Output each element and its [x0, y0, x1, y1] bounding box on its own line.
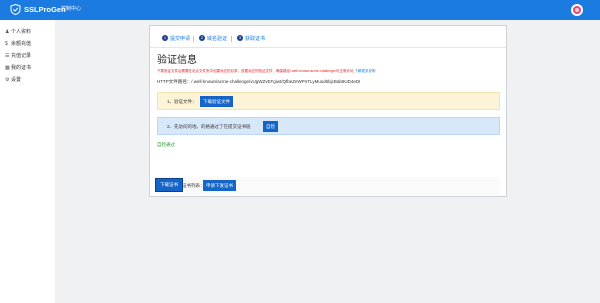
warning-text: 下载验证文件后需要在站点文件夹中创建对应的目录，放置对应的验证文件，确保路径/.… [157, 69, 375, 74]
submit-cert-panel: 3、提交证书列表： 申请下发证书 [157, 177, 500, 195]
warning-message: 下载验证文件后需要在站点文件夹中创建对应的目录，放置对应的验证文件，确保路径/.… [157, 69, 354, 73]
sidebar-item-label: 设置 [11, 77, 22, 83]
step-number: 2 [199, 35, 205, 41]
step-number: 1 [162, 35, 168, 41]
sidebar-item-label: 我的证书 [11, 65, 32, 71]
self-check-panel: 2、先访问的地，的格通过了在提交证书链 自检 [157, 117, 500, 135]
shield-check-icon [10, 4, 21, 15]
sidebar-item-certificates[interactable]: ▩我的证书 [5, 64, 31, 72]
status-text: 自检通过 [157, 142, 175, 147]
learn-more-link[interactable]: 了解更多说明 [354, 69, 375, 73]
http-file-path: HTTP文件路径：/.well-known/acme-challenge/vUg… [157, 79, 361, 84]
self-check-label: 2、先访问的地，的格通过了在提交证书链 [167, 124, 251, 129]
step-get-certificate[interactable]: 3 获取证书 [237, 34, 265, 44]
brand-name[interactable]: SSLProGen [24, 5, 66, 14]
step-label: 获取证书 [245, 36, 266, 42]
download-verify-file-button[interactable]: 下载验证文件 [200, 96, 233, 107]
step-label: 域名验证 [207, 36, 228, 42]
divider [150, 47, 506, 48]
sidebar-item-label: 充值记录 [11, 53, 32, 59]
sidebar-item-profile[interactable]: ♟ 个人资料 [5, 28, 31, 36]
user-avatar-icon[interactable] [571, 4, 583, 16]
sidebar-item-label: 余额充值 [11, 41, 32, 47]
verify-file-label: 1、验证文件： [167, 99, 197, 104]
sidebar-item-settings[interactable]: ⚙ 设置 [5, 76, 21, 84]
nav-control-center[interactable]: 控制中心 [61, 6, 81, 13]
sidebar: ♟ 个人资料 $ 余额充值 ☰ 充值记录 ▩我的证书 ⚙ 设置 [0, 20, 55, 303]
self-check-button[interactable]: 自检 [263, 121, 278, 132]
step-submit[interactable]: 1 提交申请 [162, 34, 190, 44]
page-title: 验证信息 [157, 55, 197, 66]
step-domain-verify[interactable]: 2 域名验证 [199, 34, 227, 44]
download-certificate-button[interactable]: 下载证书 [155, 178, 183, 192]
sidebar-item-recharge-history[interactable]: ☰ 充值记录 [5, 52, 31, 60]
top-navbar: SSLProGen 控制中心 [0, 0, 600, 20]
step-number: 3 [237, 35, 243, 41]
step-separator [193, 36, 194, 42]
sidebar-item-recharge[interactable]: $ 余额充值 [5, 40, 31, 48]
verify-file-panel: 1、验证文件： 下载验证文件 [157, 92, 500, 110]
request-certificate-button[interactable]: 申请下发证书 [203, 180, 236, 191]
step-label: 提交申请 [170, 36, 191, 42]
verification-card: 1 提交申请 2 域名验证 3 获取证书 验证信息 下载验证文件后需要在站点文件夹中创… [149, 25, 507, 197]
sidebar-item-label: 个人资料 [11, 29, 32, 35]
step-separator [231, 36, 232, 42]
